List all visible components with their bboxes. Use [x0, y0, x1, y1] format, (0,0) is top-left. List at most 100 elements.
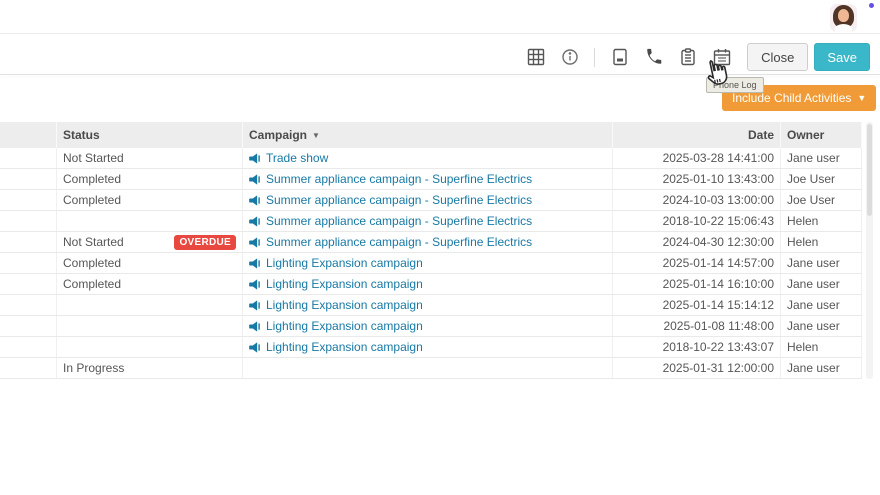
campaign-link-label: Lighting Expansion campaign: [266, 298, 423, 312]
table-row[interactable]: Completed Summer appliance campaign - Su…: [0, 169, 862, 190]
row-select-cell[interactable]: [0, 232, 57, 252]
megaphone-icon: [249, 173, 260, 185]
megaphone-icon: [249, 320, 260, 332]
include-child-activities-label: Include Child Activities: [732, 91, 852, 105]
overdue-badge: OVERDUE: [174, 234, 236, 250]
phone-call-icon[interactable]: [644, 48, 663, 67]
table-row[interactable]: Not Started OVERDUE Summer appliance cam…: [0, 232, 862, 253]
table-row[interactable]: Lighting Expansion campaign 2025-01-14 1…: [0, 295, 862, 316]
avatar[interactable]: [830, 4, 857, 32]
table-header-row: Status Campaign ▼ Date Owner: [0, 122, 862, 148]
campaign-link[interactable]: Summer appliance campaign - Superfine El…: [249, 235, 532, 249]
owner-cell: Joe User: [781, 190, 862, 210]
table-grid-icon[interactable]: [526, 48, 545, 67]
campaign-link[interactable]: Summer appliance campaign - Superfine El…: [249, 214, 532, 228]
megaphone-icon: [249, 278, 260, 290]
campaign-link-label: Summer appliance campaign - Superfine El…: [266, 193, 533, 207]
row-select-cell[interactable]: [0, 358, 57, 378]
row-select-cell[interactable]: [0, 148, 57, 168]
row-select-cell[interactable]: [0, 169, 57, 189]
row-select-cell[interactable]: [0, 190, 57, 210]
owner-value: Jane user: [787, 361, 840, 375]
owner-value: Jane user: [787, 277, 840, 291]
campaign-cell: [243, 358, 613, 378]
activities-table: Status Campaign ▼ Date Owner Not Started…: [0, 122, 862, 379]
owner-cell: Jane user: [781, 148, 862, 168]
campaign-link[interactable]: Lighting Expansion campaign: [249, 340, 423, 354]
campaign-link[interactable]: Trade show: [249, 151, 328, 165]
column-header-campaign[interactable]: Campaign ▼: [243, 122, 613, 148]
table-row[interactable]: Not Started Trade show 2025-03-28 14:41:…: [0, 148, 862, 169]
owner-value: Helen: [787, 214, 819, 228]
campaign-link[interactable]: Summer appliance campaign - Superfine El…: [249, 172, 532, 186]
status-cell: Not Started OVERDUE: [57, 232, 243, 252]
status-cell: [57, 211, 243, 231]
campaign-link-label: Summer appliance campaign - Superfine El…: [266, 235, 533, 249]
avatar-shoulders: [835, 24, 852, 32]
toolbar-divider-line: [0, 74, 880, 75]
status-label: Not Started: [63, 151, 124, 165]
save-button[interactable]: Save: [814, 43, 870, 71]
activity-toolbar: Close Save: [526, 40, 870, 74]
row-select-cell[interactable]: [0, 316, 57, 336]
row-select-cell[interactable]: [0, 274, 57, 294]
column-header-status[interactable]: Status: [57, 122, 243, 148]
campaign-link-label: Lighting Expansion campaign: [266, 256, 423, 270]
status-cell: Completed: [57, 253, 243, 273]
table-row[interactable]: Completed Summer appliance campaign - Su…: [0, 190, 862, 211]
owner-value: Joe User: [787, 193, 836, 207]
column-header-owner[interactable]: Owner: [781, 122, 862, 148]
owner-value: Joe User: [787, 172, 836, 186]
sort-caret-icon: ▼: [312, 130, 320, 140]
table-row[interactable]: Completed Lighting Expansion campaign 20…: [0, 274, 862, 295]
campaign-link[interactable]: Lighting Expansion campaign: [249, 277, 423, 291]
table-row[interactable]: In Progress 2025-01-31 12:00:00 Jane use…: [0, 358, 862, 379]
scrollbar-thumb[interactable]: [867, 124, 872, 216]
campaign-link[interactable]: Lighting Expansion campaign: [249, 256, 423, 270]
campaign-cell: Lighting Expansion campaign: [243, 316, 613, 336]
campaign-link-label: Summer appliance campaign - Superfine El…: [266, 172, 533, 186]
campaign-header-label: Campaign: [249, 128, 308, 142]
column-header-empty: [0, 122, 57, 148]
vertical-scrollbar[interactable]: [866, 122, 873, 379]
status-cell: In Progress: [57, 358, 243, 378]
toolbar-divider: [594, 47, 596, 67]
campaign-link-label: Lighting Expansion campaign: [266, 319, 423, 333]
table-row[interactable]: Completed Lighting Expansion campaign 20…: [0, 253, 862, 274]
close-button[interactable]: Close: [747, 43, 809, 71]
campaign-link-label: Lighting Expansion campaign: [266, 277, 423, 291]
megaphone-icon: [249, 257, 260, 269]
owner-value: Helen: [787, 235, 819, 249]
date-value: 2025-01-31 12:00:00: [662, 361, 774, 375]
megaphone-icon: [249, 152, 260, 164]
row-select-cell[interactable]: [0, 253, 57, 273]
date-value: 2025-01-14 14:57:00: [662, 256, 774, 270]
campaign-link[interactable]: Lighting Expansion campaign: [249, 319, 423, 333]
owner-cell: Jane user: [781, 253, 862, 273]
row-select-cell[interactable]: [0, 211, 57, 231]
tasks-clipboard-icon[interactable]: [678, 48, 697, 67]
table-row[interactable]: Lighting Expansion campaign 2025-01-08 1…: [0, 316, 862, 337]
table-body: Not Started Trade show 2025-03-28 14:41:…: [0, 148, 862, 379]
status-label: In Progress: [63, 361, 125, 375]
owner-value: Jane user: [787, 298, 840, 312]
campaign-link[interactable]: Lighting Expansion campaign: [249, 298, 423, 312]
owner-cell: Helen: [781, 337, 862, 357]
table-row[interactable]: Summer appliance campaign - Superfine El…: [0, 211, 862, 232]
status-cell: Completed: [57, 190, 243, 210]
row-select-cell[interactable]: [0, 337, 57, 357]
campaign-cell: Summer appliance campaign - Superfine El…: [243, 169, 613, 189]
info-icon[interactable]: [560, 48, 579, 67]
campaign-link[interactable]: Summer appliance campaign - Superfine El…: [249, 193, 532, 207]
status-label: Completed: [63, 193, 122, 207]
status-cell: Completed: [57, 169, 243, 189]
date-cell: 2018-10-22 13:43:07: [613, 337, 781, 357]
date-value: 2024-10-03 13:00:00: [662, 193, 774, 207]
campaign-cell: Lighting Expansion campaign: [243, 337, 613, 357]
column-header-date[interactable]: Date: [613, 122, 781, 148]
owner-value: Jane user: [787, 151, 840, 165]
row-select-cell[interactable]: [0, 295, 57, 315]
notes-document-icon[interactable]: [610, 48, 629, 67]
table-row[interactable]: Lighting Expansion campaign 2018-10-22 1…: [0, 337, 862, 358]
date-cell: 2018-10-22 15:06:43: [613, 211, 781, 231]
